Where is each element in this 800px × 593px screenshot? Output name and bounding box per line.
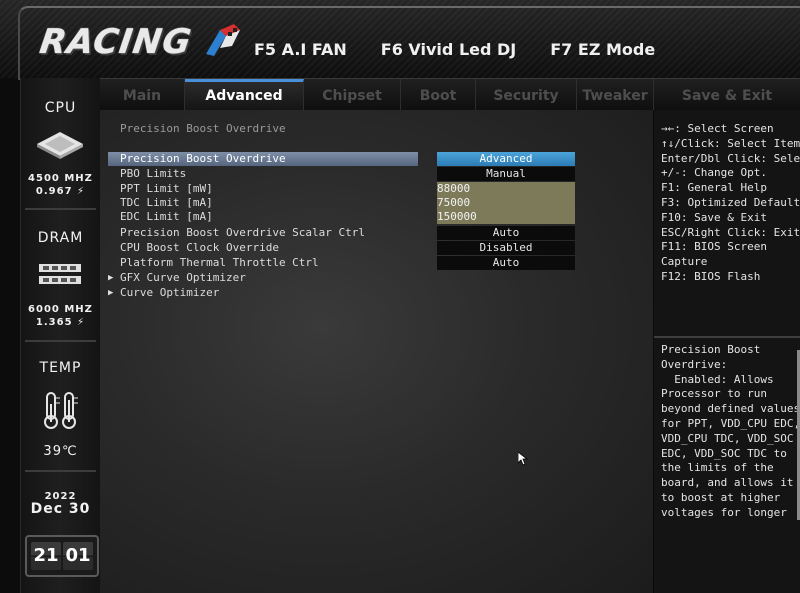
setting-row-pbo-scalar[interactable]: Precision Boost Overdrive Scalar Ctrl Au…: [108, 226, 648, 240]
status-sidebar: CPU 4500 MHZ 0.967 ⚡ DRAM 6000 MHZ 1.365…: [20, 78, 101, 593]
setting-label: PPT Limit [mW]: [120, 182, 213, 195]
dram-voltage: 1.365 ⚡: [35, 317, 86, 328]
cpu-title: CPU: [44, 100, 77, 116]
submenu-arrow-icon: ▶: [108, 288, 114, 298]
submenu-curve-optimizer[interactable]: ▶ Curve Optimizer: [108, 286, 648, 300]
setting-label: TDC Limit [mA]: [120, 196, 213, 209]
cpu-voltage: 0.967 ⚡: [35, 186, 86, 197]
submenu-label: Curve Optimizer: [120, 286, 220, 299]
sidebar-divider: [25, 470, 96, 472]
setting-label: Precision Boost Overdrive: [120, 152, 286, 165]
sidebar-divider: [25, 208, 96, 210]
digital-clock: 21 01: [25, 535, 99, 577]
tab-bar: Main Advanced Chipset Boot Security Twea…: [100, 78, 800, 111]
clock-minute: 01: [63, 542, 93, 570]
tab-security[interactable]: Security: [476, 79, 577, 111]
setting-value[interactable]: Auto: [437, 256, 575, 270]
submenu-label: GFX Curve Optimizer: [120, 271, 246, 284]
setting-label: EDC Limit [mA]: [120, 210, 213, 223]
header: RACING F5 A.I FAN F6 Vivid Led DJ F7 EZ …: [0, 0, 800, 80]
setting-label: Platform Thermal Throttle Ctrl: [120, 256, 319, 269]
hotkey-bar: F5 A.I FAN F6 Vivid Led DJ F7 EZ Mode: [254, 40, 655, 59]
setting-label: Precision Boost Overdrive Scalar Ctrl: [120, 226, 366, 239]
cpu-frequency: 4500 MHZ: [28, 173, 93, 184]
setting-row-thermal-throttle[interactable]: Platform Thermal Throttle Ctrl Auto: [108, 256, 648, 270]
setting-row-ppt-limit[interactable]: PPT Limit [mW] 88000: [108, 182, 648, 196]
date-day: Dec 30: [30, 501, 91, 517]
setting-value[interactable]: Advanced: [437, 152, 575, 166]
help-panel: →←: Select Screen ↑↓/Click: Select Item …: [654, 110, 800, 593]
setting-row-pbo-limits[interactable]: PBO Limits Manual: [108, 167, 648, 181]
hotkey-ez-mode[interactable]: F7 EZ Mode: [550, 40, 655, 59]
key-legend: →←: Select Screen ↑↓/Click: Select Item …: [661, 122, 800, 283]
tab-main[interactable]: Main: [100, 79, 185, 111]
tab-boot[interactable]: Boot: [401, 79, 476, 111]
section-title: Precision Boost Overdrive: [120, 122, 286, 135]
cpu-chip-icon: [37, 132, 83, 159]
setting-value[interactable]: Auto: [437, 226, 575, 240]
clock-hour: 21: [31, 542, 61, 570]
dram-frequency: 6000 MHZ: [28, 304, 93, 315]
setting-row-tdc-limit[interactable]: TDC Limit [mA] 75000: [108, 196, 648, 210]
hotkey-ai-fan[interactable]: F5 A.I FAN: [254, 40, 347, 59]
setting-row-boost-override[interactable]: CPU Boost Clock Override Disabled: [108, 241, 648, 255]
mouse-pointer-icon: [518, 452, 528, 466]
temp-value: 39℃: [43, 444, 78, 459]
setting-number-field[interactable]: 88000: [437, 182, 575, 196]
racing-logo: RACING: [37, 22, 195, 62]
setting-label: PBO Limits: [120, 167, 187, 180]
setting-value[interactable]: Manual: [437, 167, 575, 181]
submenu-gfx-curve-optimizer[interactable]: ▶ GFX Curve Optimizer: [108, 271, 648, 285]
setting-row-edc-limit[interactable]: EDC Limit [mA] 150000: [108, 210, 648, 224]
tab-chipset[interactable]: Chipset: [304, 79, 401, 111]
sidebar-divider: [25, 340, 96, 342]
tab-advanced[interactable]: Advanced: [185, 79, 304, 111]
tab-save-exit[interactable]: Save & Exit: [654, 79, 800, 111]
setting-label: CPU Boost Clock Override: [120, 241, 279, 254]
temp-title: TEMP: [39, 360, 82, 376]
item-description: Precision Boost Overdrive: Enabled: Allo…: [661, 343, 800, 519]
hotkey-vivid-led[interactable]: F6 Vivid Led DJ: [381, 40, 516, 59]
settings-panel: Precision Boost Overdrive Precision Boos…: [100, 110, 654, 593]
dram-title: DRAM: [37, 230, 84, 246]
setting-row-pbo[interactable]: Precision Boost Overdrive Advanced: [108, 152, 648, 166]
setting-number-field[interactable]: 150000: [437, 210, 575, 224]
logo-flag-icon: [206, 24, 240, 56]
help-divider: [654, 336, 800, 338]
thermometer-icon: [44, 392, 78, 429]
submenu-arrow-icon: ▶: [108, 273, 114, 283]
setting-value[interactable]: Disabled: [437, 241, 575, 255]
memory-modules-icon: [39, 264, 81, 284]
setting-number-field[interactable]: 75000: [437, 196, 575, 210]
tab-tweaker[interactable]: Tweaker: [577, 79, 654, 111]
